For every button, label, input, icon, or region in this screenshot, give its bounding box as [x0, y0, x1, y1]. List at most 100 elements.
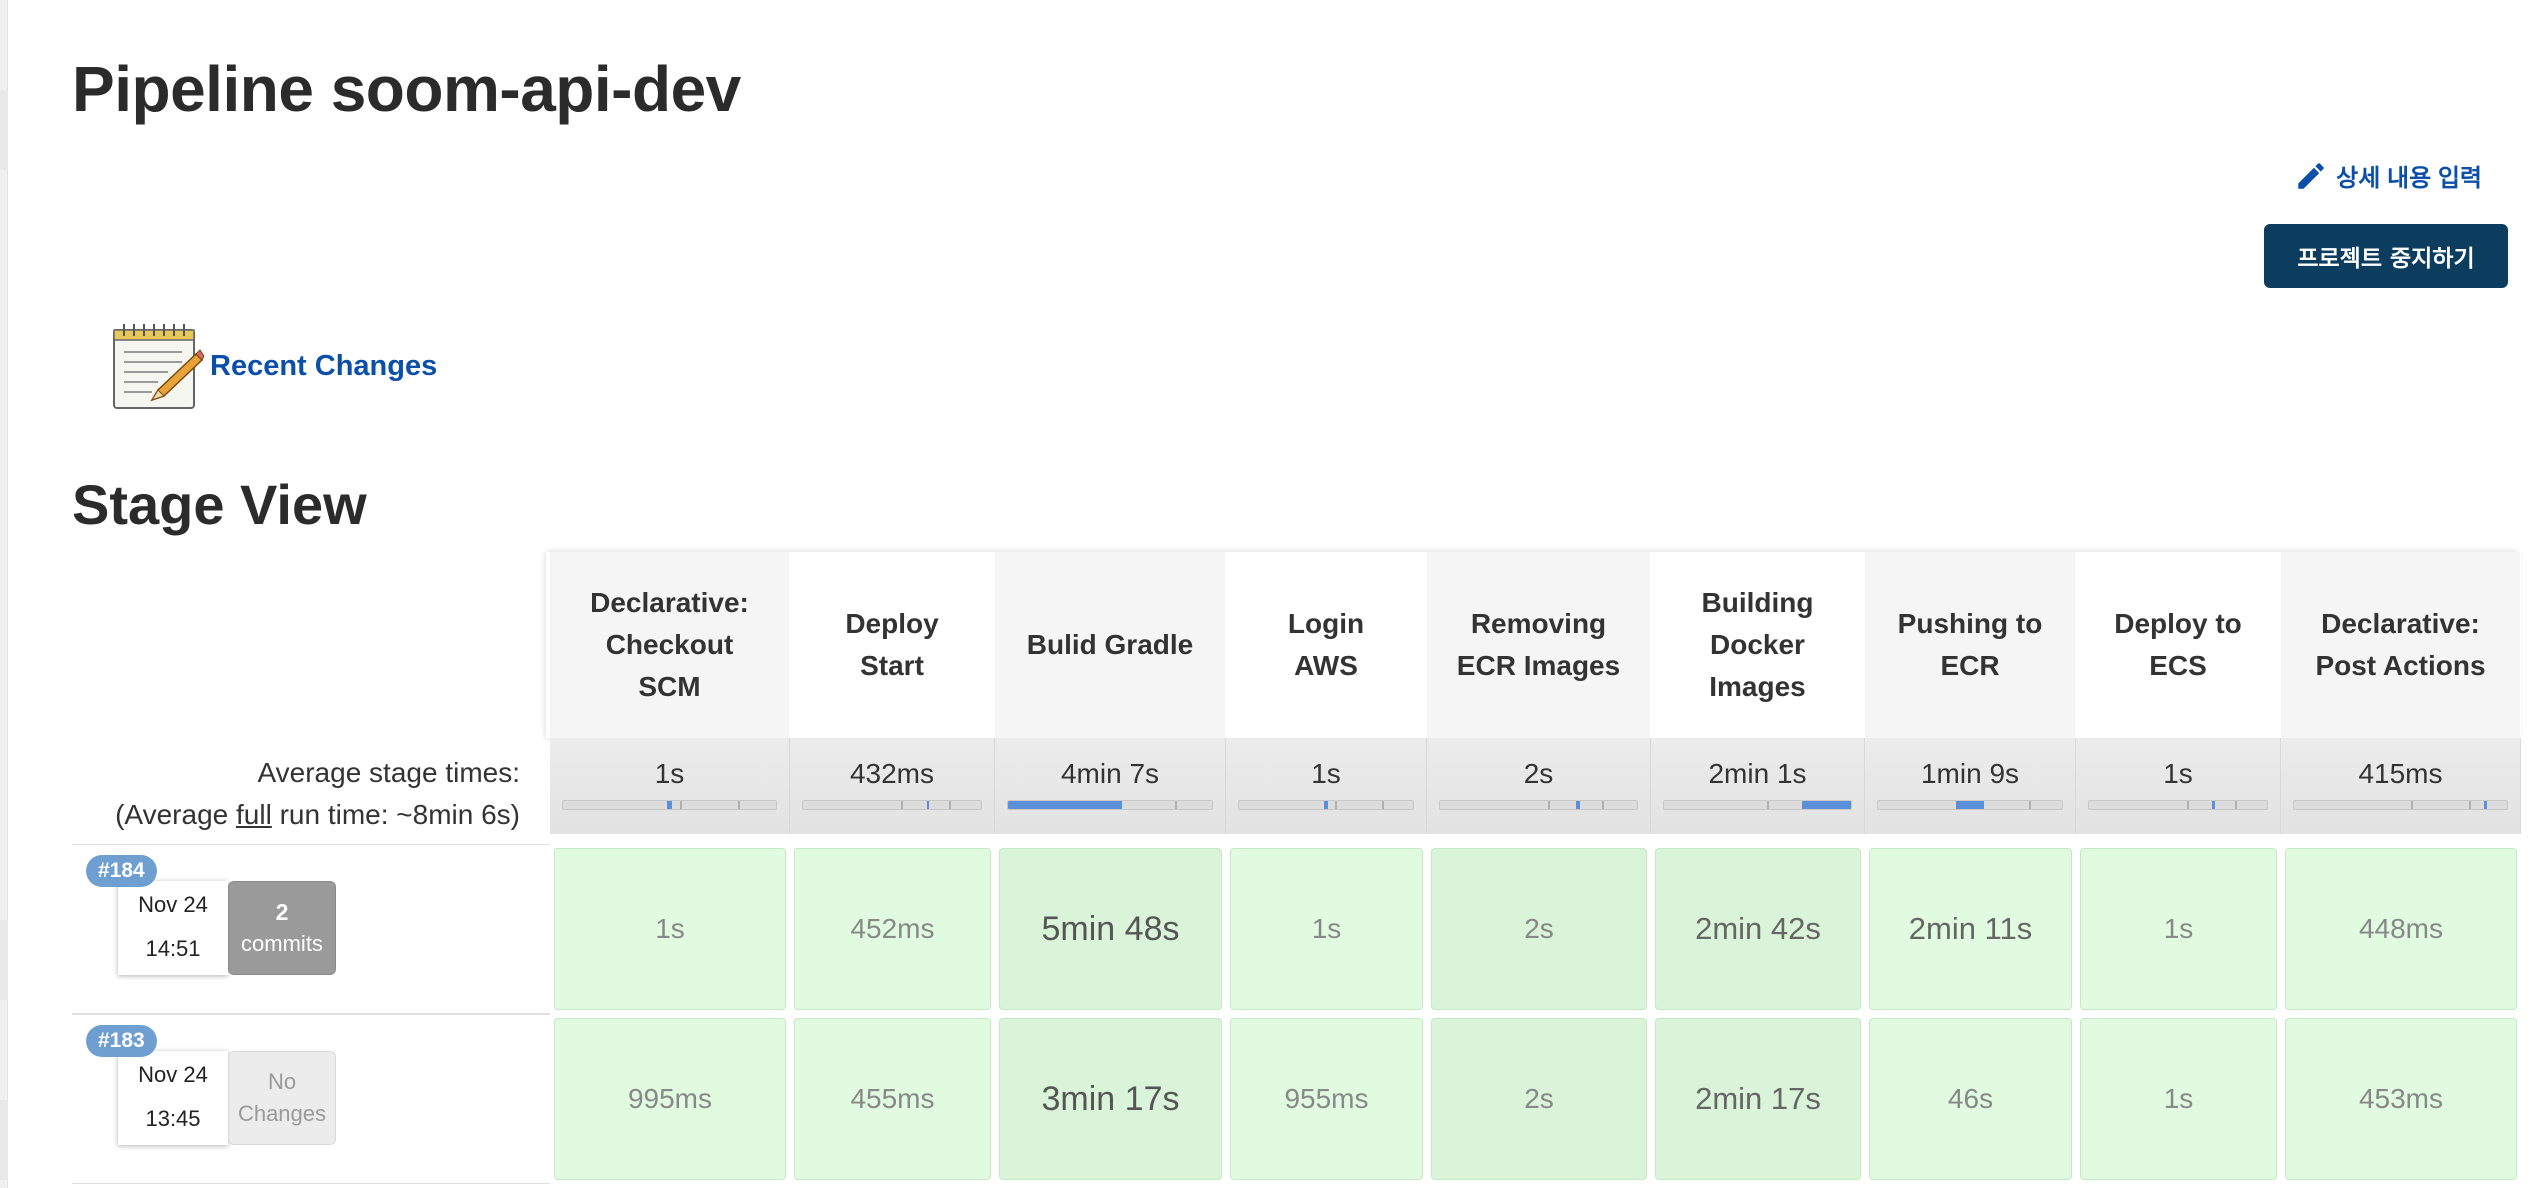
- left-rail: [0, 0, 8, 1188]
- changes-count: 2: [275, 899, 289, 925]
- stage-duration: 2s: [1431, 848, 1647, 1010]
- stage-cell[interactable]: 448ms: [2281, 844, 2521, 1014]
- stage-cell[interactable]: 2s: [1427, 844, 1651, 1014]
- build-timestamp[interactable]: Nov 24 13:45: [118, 1051, 228, 1145]
- average-time-bar-fill: [1575, 801, 1580, 809]
- stage-header-line: Deploy to: [2114, 608, 2242, 639]
- build-changes[interactable]: 2 commits: [228, 881, 336, 975]
- stage-cell[interactable]: 2min 17s: [1651, 1014, 1865, 1184]
- average-time-bar: [2293, 800, 2508, 810]
- bar-tick: [1548, 801, 1551, 809]
- page-title: Pipeline soom-api-dev: [72, 53, 741, 125]
- stage-header: Declarative: Post Actions: [2281, 552, 2521, 738]
- average-time-bar: [562, 800, 777, 810]
- stage-header-line: Declarative:: [590, 587, 749, 618]
- build-timestamp[interactable]: Nov 24 14:51: [118, 881, 228, 975]
- edit-description-link[interactable]: 상세 내용 입력: [2294, 158, 2482, 193]
- stage-duration: 1s: [2080, 1018, 2277, 1180]
- stage-header-line: Pushing to: [1897, 608, 2043, 639]
- stage-header-line: AWS: [1294, 650, 1358, 681]
- stage-header-label: Deploy to ECS: [2114, 603, 2242, 687]
- bar-tick: [737, 801, 740, 809]
- stage-header-line: ECR Images: [1456, 650, 1621, 681]
- average-time-bar-fill: [1956, 801, 1984, 809]
- stage-duration: 2min 17s: [1655, 1018, 1861, 1180]
- stage-cell[interactable]: 1s: [1226, 844, 1427, 1014]
- stage-cell[interactable]: 955ms: [1226, 1014, 1427, 1184]
- average-time-value: 432ms: [849, 758, 935, 789]
- average-times-row: 1s 432ms 4min 7s 1s 2s 2min 1s 1min 9s 1s 415ms: [550, 738, 2521, 834]
- average-time-bar: [1238, 800, 1414, 810]
- stage-cell[interactable]: 1s: [550, 844, 790, 1014]
- stage-header: Building Docker Images: [1651, 552, 1865, 738]
- average-time-value: 1s: [654, 758, 685, 789]
- build-number-badge[interactable]: #183: [86, 1025, 157, 1057]
- average-time-value: 4min 7s: [1060, 758, 1160, 789]
- stage-duration: 995ms: [554, 1018, 786, 1180]
- edit-description-label: 상세 내용 입력: [2336, 165, 2482, 192]
- stage-header-line: ECS: [2149, 650, 2207, 681]
- stage-cell[interactable]: 46s: [1865, 1014, 2076, 1184]
- stage-cell[interactable]: 2s: [1427, 1014, 1651, 1184]
- stage-header-label: Pushing to ECR: [1898, 603, 2043, 687]
- average-stage-time: 2s: [1427, 738, 1651, 834]
- average-time-bar: [802, 800, 982, 810]
- average-time-bar-fill: [926, 801, 929, 809]
- stage-cell[interactable]: 2min 11s: [1865, 844, 2076, 1014]
- average-stage-time: 1min 9s: [1865, 738, 2076, 834]
- bar-tick: [1334, 801, 1337, 809]
- bar-tick: [948, 801, 951, 809]
- disable-project-button[interactable]: 프로젝트 중지하기: [2264, 224, 2508, 288]
- build-row: #184 Nov 24 14:51 2 commits 1s 452ms 5min 48s 1s…: [72, 844, 2518, 1014]
- stage-duration: 452ms: [794, 848, 991, 1010]
- average-time-bar-fill: [667, 801, 672, 809]
- average-time-value: 415ms: [2358, 758, 2443, 789]
- notepad-icon: [113, 324, 204, 409]
- stage-cell[interactable]: 455ms: [790, 1014, 995, 1184]
- build-number-badge[interactable]: #184: [86, 855, 157, 887]
- average-time-bar-fill: [2211, 801, 2216, 809]
- bar-tick: [2411, 801, 2414, 809]
- stage-header-label: Deploy Start: [845, 603, 938, 687]
- average-time-bar: [1007, 800, 1213, 810]
- stage-cells: 995ms 455ms 3min 17s 955ms 2s 2min 17s 46s 1s 45…: [550, 1014, 2521, 1184]
- recent-changes-link[interactable]: Recent Changes: [210, 350, 437, 383]
- stage-header-line: Checkout: [605, 629, 734, 660]
- stage-header-label: Removing ECR Images: [1457, 603, 1620, 687]
- stage-cell[interactable]: 3min 17s: [995, 1014, 1226, 1184]
- stage-header-line: Removing: [1470, 608, 1607, 639]
- stage-duration: 3min 17s: [999, 1018, 1222, 1180]
- stage-header-line: Login: [1287, 608, 1365, 639]
- average-time-bar-fill: [1802, 801, 1851, 809]
- stage-header: Deploy Start: [790, 552, 995, 738]
- stage-duration: 2s: [1431, 1018, 1647, 1180]
- stage-cell[interactable]: 995ms: [550, 1014, 790, 1184]
- stage-cell[interactable]: 1s: [2076, 1014, 2281, 1184]
- build-date: Nov 24: [138, 1062, 208, 1087]
- stage-duration: 955ms: [1230, 1018, 1423, 1180]
- bar-tick: [2028, 801, 2031, 809]
- average-stage-time: 2min 1s: [1651, 738, 1865, 834]
- changes-label: commits: [241, 931, 323, 956]
- stage-cell[interactable]: 1s: [2076, 844, 2281, 1014]
- stage-cell[interactable]: 2min 42s: [1651, 844, 1865, 1014]
- build-date: Nov 24: [138, 892, 208, 917]
- average-stage-time: 1s: [1226, 738, 1427, 834]
- stage-cell[interactable]: 453ms: [2281, 1014, 2521, 1184]
- stage-header: Pushing to ECR: [1865, 552, 2076, 738]
- stage-duration: 5min 48s: [999, 848, 1222, 1010]
- average-time-bar-fill: [1008, 801, 1123, 809]
- bar-tick: [2234, 801, 2237, 809]
- stage-header-line: Deploy: [845, 608, 939, 639]
- stage-header: Removing ECR Images: [1427, 552, 1651, 738]
- average-time-bar: [2088, 800, 2268, 810]
- build-row: #183 Nov 24 13:45 No Changes 995ms 455ms 3min …: [72, 1014, 2518, 1184]
- stage-cell[interactable]: 5min 48s: [995, 844, 1226, 1014]
- rail-tab: [0, 1100, 8, 1180]
- stage-header-line: Building: [1701, 587, 1814, 618]
- stage-cell[interactable]: 452ms: [790, 844, 995, 1014]
- stage-duration: 2min 42s: [1655, 848, 1861, 1010]
- bar-tick: [1175, 801, 1178, 809]
- average-time-value: 1s: [1311, 758, 1341, 789]
- stage-duration: 1s: [2080, 848, 2277, 1010]
